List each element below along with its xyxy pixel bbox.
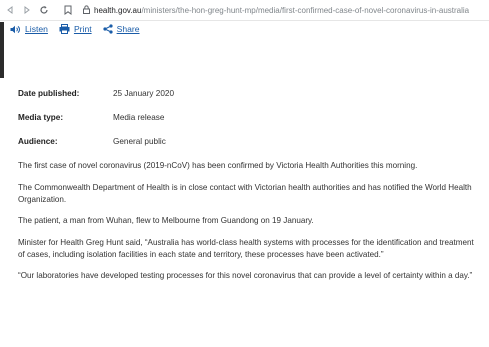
listen-button[interactable]: Listen <box>10 24 48 34</box>
print-label: Print <box>73 24 92 34</box>
speaker-icon <box>10 25 21 34</box>
share-label: Share <box>116 24 140 34</box>
paragraph-5: “Our laboratories have developed testing… <box>18 271 473 280</box>
back-icon[interactable] <box>3 3 17 17</box>
audience-label: Audience: <box>18 137 58 146</box>
meta-row-type: Media type: Media release <box>18 113 174 137</box>
listen-label: Listen <box>25 24 48 34</box>
browser-toolbar: health.gov.au/ministers/the-hon-greg-hun… <box>0 0 489 21</box>
printer-icon <box>59 24 70 34</box>
audience-value: General public <box>113 137 166 146</box>
share-icon <box>103 24 113 34</box>
paragraph-1: The first case of novel coronavirus (201… <box>18 161 418 170</box>
bookmark-icon[interactable] <box>61 3 75 17</box>
date-label: Date published: <box>18 89 80 98</box>
article-body: The first case of novel coronavirus (201… <box>18 160 480 292</box>
meta-row-audience: Audience: General public <box>18 137 174 161</box>
page: health.gov.au/ministers/the-hon-greg-hun… <box>0 0 489 347</box>
reload-icon[interactable] <box>37 3 51 17</box>
print-button[interactable]: Print <box>59 24 92 34</box>
meta-row-date: Date published: 25 January 2020 <box>18 89 174 113</box>
page-tools: Listen Print Share <box>10 24 151 34</box>
window-edge <box>0 22 4 78</box>
paragraph-3: The patient, a man from Wuhan, flew to M… <box>18 216 314 225</box>
address-bar[interactable]: health.gov.au/ministers/the-hon-greg-hun… <box>83 4 489 16</box>
url-path: /ministers/the-hon-greg-hunt-mp/media/fi… <box>141 5 470 15</box>
metadata-table: Date published: 25 January 2020 Media ty… <box>18 89 174 161</box>
lock-icon <box>83 4 90 16</box>
paragraph-2: The Commonwealth Department of Health is… <box>18 182 472 204</box>
date-value: 25 January 2020 <box>113 89 174 98</box>
media-type-label: Media type: <box>18 113 64 122</box>
media-type-value: Media release <box>113 113 165 122</box>
url-domain: health.gov.au <box>94 5 142 15</box>
share-button[interactable]: Share <box>103 24 140 34</box>
paragraph-4: Minister for Health Greg Hunt said, “Aus… <box>18 237 474 259</box>
forward-icon[interactable] <box>20 3 34 17</box>
